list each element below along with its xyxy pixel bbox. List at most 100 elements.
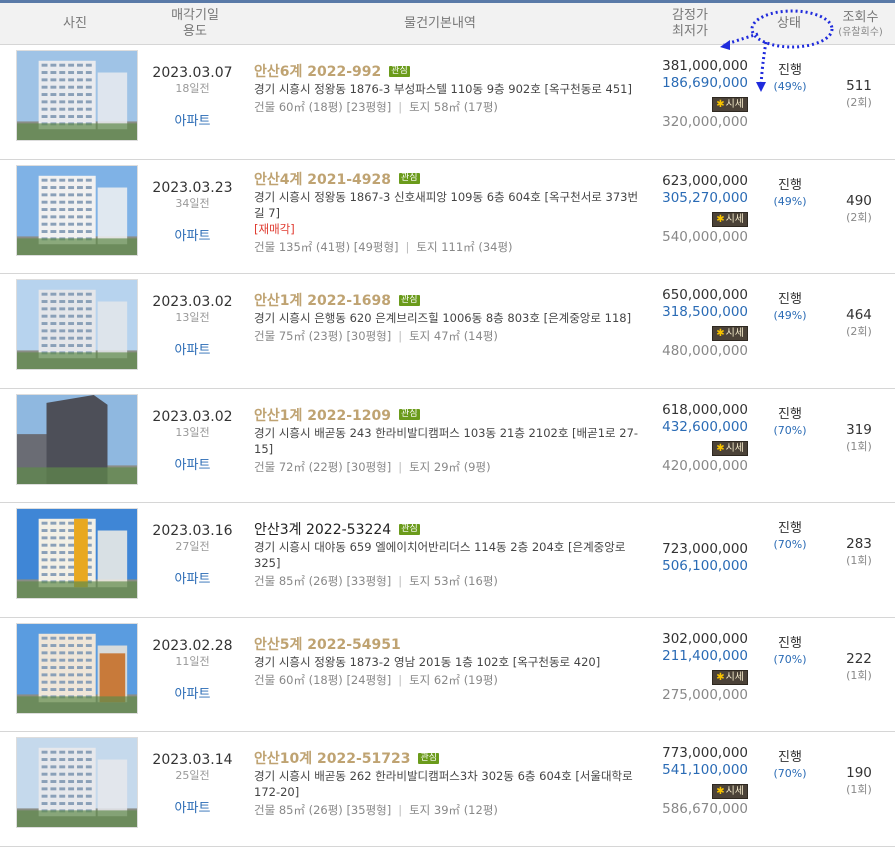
star-icon: ✱: [716, 442, 725, 454]
case-number-link[interactable]: 안산10계 2022-51723: [254, 748, 410, 768]
spec-land: 토지 53㎡ (16평): [409, 574, 498, 588]
property-use-link[interactable]: 아파트: [145, 343, 240, 359]
views-cell: 511 (2회): [826, 78, 892, 110]
status-cell: 진행 (70%): [752, 406, 828, 438]
interest-badge[interactable]: 관심: [399, 173, 420, 184]
property-spec: 건물 60㎡ (18평) [23평형] | 토지 58㎡ (17평): [254, 99, 639, 115]
property-address: 경기 시흥시 은행동 620 은계브리즈힐 1006동 8층 803호 [은계중…: [254, 311, 632, 325]
property-use-link[interactable]: 아파트: [145, 572, 240, 588]
property-use-link[interactable]: 아파트: [145, 801, 240, 817]
star-icon: ✱: [716, 786, 725, 797]
property-use-link[interactable]: 아파트: [145, 687, 240, 703]
views-cell: 490 (2회): [826, 193, 892, 225]
spec-land: 토지 29㎡ (9평): [409, 459, 491, 474]
days-remaining: 25일전: [175, 769, 210, 782]
spec-land: 토지 111㎡ (34평): [416, 239, 513, 254]
info-cell: 안산4계 2021-4928 관심 경기 시흥시 정왕동 1867-3 신호새피앙 …: [254, 170, 639, 255]
date-cell: 2023.03.23 34일전 아파트: [145, 180, 240, 245]
sale-date: 2023.03.23: [152, 179, 233, 196]
spec-building: 건물 75㎡ (23평) [30평형]: [254, 329, 392, 343]
property-use-link[interactable]: 아파트: [145, 114, 240, 130]
auction-status: 진행: [778, 63, 802, 78]
spec-separator: |: [398, 329, 403, 343]
header-views[interactable]: 조회수 (유찰회수): [826, 3, 895, 45]
status-cell: 진행 (70%): [752, 635, 828, 667]
spec-building: 건물 85㎡ (26평) [33평형]: [254, 574, 392, 588]
market-price-button[interactable]: ✱시세: [712, 97, 748, 112]
status-cell: 진행 (70%): [752, 520, 828, 552]
minimum-price: 211,400,000: [662, 647, 748, 664]
spec-separator: |: [398, 574, 403, 588]
header-price[interactable]: 감정가 최저가: [640, 3, 740, 45]
property-photo[interactable]: [16, 164, 138, 256]
sale-date: 2023.02.28: [152, 637, 233, 654]
case-number-link[interactable]: 안산3계 2022-53224: [254, 519, 391, 539]
days-remaining: 18일전: [175, 82, 210, 95]
fail-count: (2회): [846, 325, 872, 338]
spec-separator: |: [398, 459, 403, 474]
market-price: 420,000,000: [662, 457, 748, 474]
min-price-percent: (49%): [773, 80, 807, 93]
spec-building: 건물 85㎡ (26평) [35평형]: [254, 803, 392, 817]
property-photo[interactable]: [16, 622, 138, 714]
star-icon: ✱: [716, 213, 725, 225]
interest-badge[interactable]: 관심: [399, 523, 420, 535]
property-photo[interactable]: [16, 737, 138, 828]
property-photo[interactable]: [16, 508, 138, 599]
market-label: 시세: [725, 328, 744, 339]
property-photo[interactable]: [16, 279, 138, 370]
price-cell: 302,000,000 211,400,000 ✱시세 275,000,000: [650, 631, 748, 705]
appraisal-price: 723,000,000: [662, 541, 748, 557]
header-date-use[interactable]: 매각기일 용도: [150, 3, 240, 45]
case-number-link[interactable]: 안산1계 2022-1209: [254, 405, 391, 425]
case-number-link[interactable]: 안산5계 2022-54951: [254, 634, 401, 654]
property-use-link[interactable]: 아파트: [145, 458, 240, 474]
market-price-button[interactable]: ✱시세: [712, 440, 748, 456]
market-price-button[interactable]: ✱시세: [712, 669, 748, 685]
sale-date: 2023.03.14: [152, 752, 233, 768]
property-photo[interactable]: [16, 50, 138, 141]
interest-badge[interactable]: 관심: [418, 752, 440, 764]
property-address: 경기 시흥시 정왕동 1873-2 영남 201동 1층 102호 [옥구천동로…: [254, 654, 601, 669]
sale-date: 2023.03.02: [152, 408, 233, 425]
price-cell: 773,000,000 541,100,000 ✱시세 586,670,000: [650, 745, 748, 819]
market-price: 320,000,000: [662, 114, 748, 130]
interest-badge[interactable]: 관심: [399, 294, 420, 306]
property-photo[interactable]: [16, 393, 138, 485]
spec-separator: |: [405, 239, 410, 254]
market-price-button[interactable]: ✱시세: [712, 326, 748, 341]
market-label: 시세: [725, 671, 744, 683]
spec-separator: |: [398, 100, 403, 114]
min-price-percent: (49%): [773, 194, 807, 208]
star-icon: ✱: [716, 328, 725, 339]
market-label: 시세: [725, 213, 744, 225]
days-remaining: 11일전: [175, 654, 210, 668]
view-count: 464: [846, 307, 872, 323]
spec-land: 토지 58㎡ (17평): [409, 100, 498, 114]
date-cell: 2023.03.07 18일전 아파트: [145, 65, 240, 130]
market-price-button[interactable]: ✱시세: [712, 784, 748, 799]
case-line: 안산1계 2022-1209 관심: [254, 406, 639, 424]
header-status[interactable]: 상태: [752, 3, 826, 45]
spec-building: 건물 60㎡ (18평) [24평형]: [254, 672, 392, 687]
interest-badge[interactable]: 관심: [399, 409, 420, 420]
market-price: 586,670,000: [662, 801, 748, 817]
price-cell: 618,000,000 432,600,000 ✱시세 420,000,000: [650, 402, 748, 476]
property-address: 경기 시흥시 배곧동 262 한라비발디캠퍼스3차 302동 6층 604호 […: [254, 769, 633, 799]
market-price: 275,000,000: [662, 686, 748, 703]
fail-count: (1회): [846, 783, 872, 796]
views-cell: 283 (1회): [826, 536, 892, 568]
market-price: 540,000,000: [662, 228, 748, 245]
days-remaining: 13일전: [175, 311, 210, 324]
property-use-link[interactable]: 아파트: [145, 229, 240, 245]
market-price-button[interactable]: ✱시세: [712, 211, 748, 227]
case-number-link[interactable]: 안산4계 2021-4928: [254, 169, 391, 189]
case-number-link[interactable]: 안산1계 2022-1698: [254, 290, 391, 310]
interest-badge[interactable]: 관심: [389, 65, 410, 77]
info-cell: 안산3계 2022-53224 관심 경기 시흥시 대야동 659 엘에이치어반리더…: [254, 520, 639, 589]
case-line: 안산3계 2022-53224 관심: [254, 520, 639, 538]
resale-label: [재매각]: [254, 221, 295, 236]
case-line: 안산10계 2022-51723 관심: [254, 749, 639, 767]
minimum-price: 318,500,000: [662, 304, 748, 320]
case-number-link[interactable]: 안산6계 2022-992: [254, 61, 381, 81]
